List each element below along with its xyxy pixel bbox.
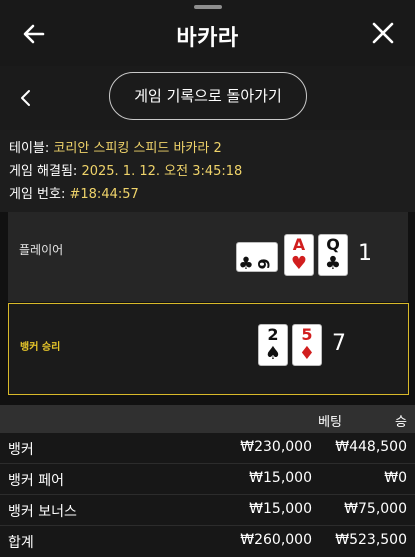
total-label: 합계 <box>8 535 34 551</box>
table-row: 뱅커 페어 ₩15,000 ₩0 <box>0 464 415 495</box>
card-rank: 6 <box>254 258 273 270</box>
table-header: 베팅 승 <box>0 405 415 433</box>
page-title: 바카라 <box>176 26 239 51</box>
player-card-2: A ♥ <box>284 234 314 276</box>
win-amount: ₩75,000 <box>344 501 407 517</box>
bet-amount: ₩15,000 <box>249 470 312 486</box>
bet-name: 뱅커 보너스 <box>8 504 77 520</box>
table-label: 테이블: <box>9 141 50 156</box>
bet-amount: ₩15,000 <box>249 501 312 517</box>
table-total-row: 합계 ₩260,000 ₩523,500 <box>0 526 415 557</box>
player-label: 플레이어 <box>19 243 64 257</box>
card-suit: ♠ <box>264 343 282 364</box>
bet-name: 뱅커 <box>8 442 34 458</box>
card-suit: ♥ <box>290 253 308 274</box>
bet-column-header: 베팅 <box>318 415 342 430</box>
banker-hand: 뱅커 승리 2 ♠ 5 ♦ 7 <box>8 303 409 395</box>
card-rank: 5 <box>301 325 313 344</box>
chevron-left-icon[interactable] <box>18 88 34 108</box>
banker-card-1: 2 ♠ <box>258 324 288 366</box>
card-rank: Q <box>326 235 340 254</box>
history-nav-row: 게임 기록으로 돌아가기 <box>0 66 415 130</box>
player-hand: 플레이어 ♣ 6 A ♥ Q ♣ 1 <box>8 212 408 302</box>
banker-card-2: 5 ♦ <box>292 324 322 366</box>
win-amount: ₩0 <box>384 470 407 486</box>
sheet-grab-handle[interactable] <box>193 5 222 9</box>
game-number-value: #18:44:57 <box>69 187 139 202</box>
resolved-info: 게임 해결됨: 2025. 1. 12. 오전 3:45:18 <box>9 160 415 183</box>
resolved-label: 게임 해결됨: <box>9 164 78 179</box>
close-icon[interactable] <box>371 21 395 45</box>
bet-name: 뱅커 페어 <box>8 473 64 489</box>
banker-winner-label: 뱅커 승리 <box>20 342 61 353</box>
game-number-info: 게임 번호: #18:44:57 <box>9 183 415 206</box>
card-suit: ♣ <box>238 254 254 274</box>
game-info: 테이블: 코리안 스피킹 스피드 바카라 2 게임 해결됨: 2025. 1. … <box>0 130 415 212</box>
table-row: 뱅커 ₩230,000 ₩448,500 <box>0 433 415 464</box>
card-rank: A <box>292 235 306 254</box>
card-suit: ♣ <box>324 253 342 274</box>
table-value: 코리안 스피킹 스피드 바카라 2 <box>53 141 222 156</box>
banker-score: 7 <box>332 331 346 356</box>
game-number-label: 게임 번호: <box>9 187 66 202</box>
back-to-history-button[interactable]: 게임 기록으로 돌아가기 <box>109 72 307 120</box>
player-card-3: Q ♣ <box>318 234 348 276</box>
card-rank: 2 <box>267 325 279 344</box>
win-amount: ₩448,500 <box>335 439 407 455</box>
bet-amount: ₩230,000 <box>240 439 312 455</box>
table-info: 테이블: 코리안 스피킹 스피드 바카라 2 <box>9 137 415 160</box>
total-win-amount: ₩523,500 <box>335 532 407 548</box>
resolved-value: 2025. 1. 12. 오전 3:45:18 <box>81 164 243 179</box>
header-bar: 바카라 <box>0 0 415 66</box>
card-suit: ♦ <box>298 343 316 364</box>
bets-table: 베팅 승 뱅커 ₩230,000 ₩448,500 뱅커 페어 ₩15,000 … <box>0 405 415 557</box>
win-column-header: 승 <box>395 415 407 430</box>
total-bet-amount: ₩260,000 <box>240 532 312 548</box>
table-row: 뱅커 보너스 ₩15,000 ₩75,000 <box>0 495 415 526</box>
player-card-1: ♣ 6 <box>236 242 278 274</box>
player-score: 1 <box>358 241 372 266</box>
